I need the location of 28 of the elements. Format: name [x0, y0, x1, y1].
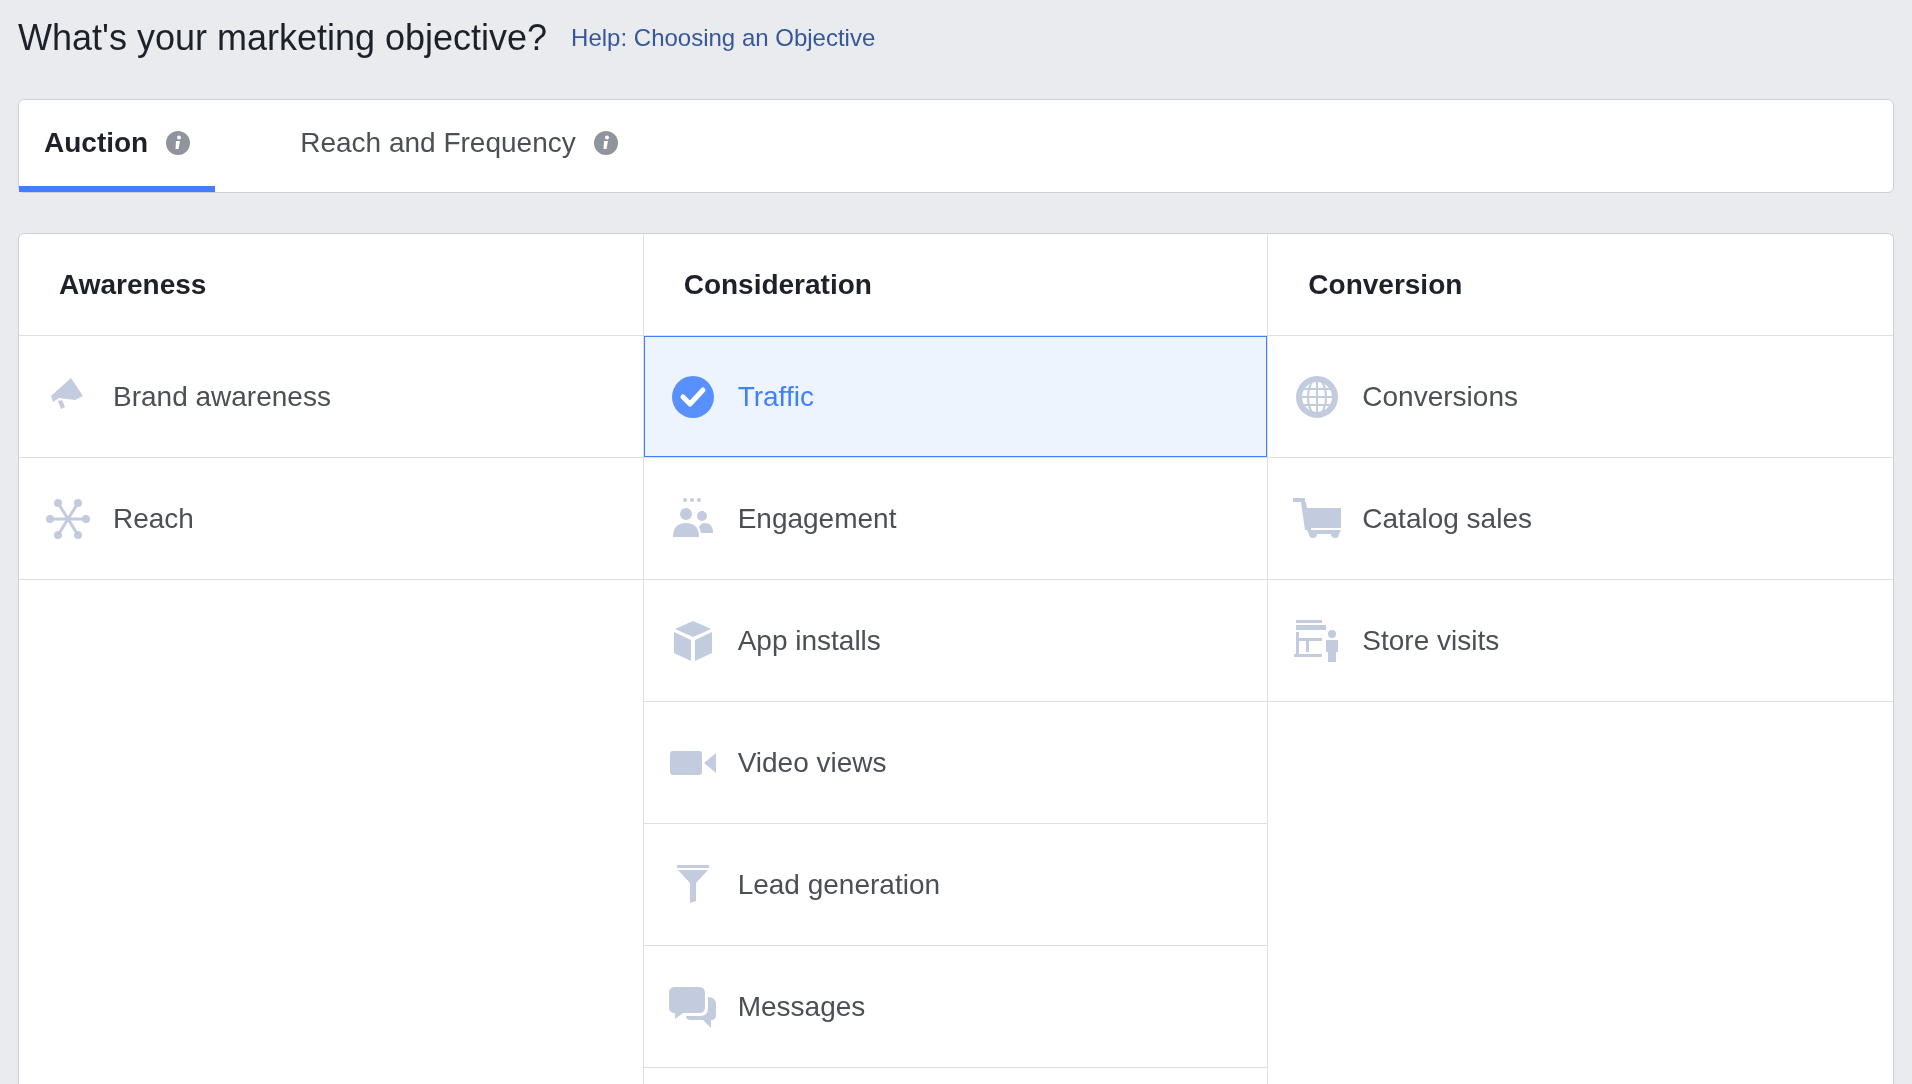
objective-option[interactable]: Brand awareness	[19, 336, 643, 459]
info-icon	[166, 131, 191, 156]
checkmark-icon	[671, 375, 714, 418]
funnel-icon	[675, 864, 710, 905]
objective-option[interactable]: Store visits	[1268, 580, 1893, 703]
objective-option[interactable]: Catalog sales	[1268, 458, 1893, 581]
objective-option[interactable]: Video views	[643, 702, 1268, 825]
objective-option[interactable]: Reach	[19, 458, 643, 581]
column-heading: Awareness	[59, 267, 207, 302]
page-title: What's your marketing objective?	[18, 16, 548, 60]
info-icon	[593, 131, 618, 156]
objective-option[interactable]: Messages	[643, 946, 1268, 1069]
video-camera-icon	[669, 748, 716, 777]
tab[interactable]: Reach and Frequency	[275, 100, 643, 193]
column-heading: Consideration	[683, 267, 872, 302]
objective-option[interactable]: Engagement	[643, 458, 1268, 581]
shopping-cart-icon	[1293, 497, 1342, 540]
help-link[interactable]: Help: Choosing an Objective	[571, 19, 876, 56]
store-icon	[1294, 619, 1341, 662]
objective-option[interactable]: Conversions	[1268, 336, 1893, 459]
tab[interactable]: Auction	[19, 100, 216, 193]
chat-bubbles-icon	[668, 984, 717, 1029]
objective-option[interactable]: Lead generation	[643, 824, 1268, 947]
objective-option[interactable]: App installs	[643, 580, 1268, 703]
cube-icon	[671, 618, 714, 663]
network-icon	[46, 496, 90, 541]
globe-icon	[1295, 374, 1340, 419]
column-heading: Conversion	[1308, 267, 1463, 302]
